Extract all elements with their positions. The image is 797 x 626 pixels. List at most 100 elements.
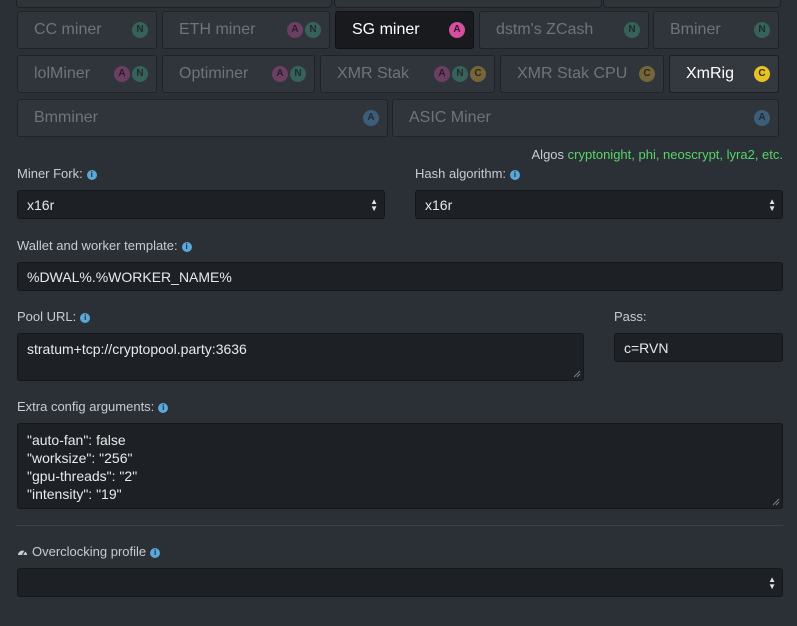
badge-group: A xyxy=(363,110,379,126)
badge-n: N xyxy=(132,22,148,38)
miner-tab-label: lolMiner xyxy=(34,65,91,82)
badge-group: N xyxy=(624,22,640,38)
pass-label-text: Pass: xyxy=(614,309,647,324)
badge-group: N xyxy=(754,22,770,38)
miner-tab-label: XmRig xyxy=(686,65,735,82)
wallet-template-label: Wallet and worker template: i xyxy=(17,238,192,253)
wallet-template-value: %DWAL%.%WORKER_NAME% xyxy=(27,268,232,285)
info-icon[interactable]: i xyxy=(80,313,91,323)
miner-tab-label: XMR Stak xyxy=(337,65,410,82)
algos-info: Algos cryptonight, phi, neoscrypt, lyra2… xyxy=(532,147,783,162)
miner-fork-value: x16r xyxy=(27,196,55,213)
extra-config-label: Extra config arguments: i xyxy=(17,399,169,414)
miner-tab-label: CC miner xyxy=(34,21,102,38)
miner-tab-label: dstm's ZCash xyxy=(496,21,594,38)
badge-group: AN xyxy=(272,66,306,82)
miner-tab-label: SG miner xyxy=(352,21,420,38)
hash-algorithm-select[interactable]: x16r ▲ ▼ xyxy=(415,190,783,219)
badge-a: A xyxy=(754,110,770,126)
algos-list[interactable]: cryptonight, phi, neoscrypt, lyra2, etc. xyxy=(568,147,783,162)
miner-fork-label-text: Miner Fork: xyxy=(17,166,83,181)
extra-config-line: "gpu-threads": "2" xyxy=(27,468,138,484)
pass-value: c=RVN xyxy=(624,339,669,356)
miner-tab-bmminer[interactable]: Bmminer A xyxy=(17,99,388,137)
extra-config-line: "auto-fan": false xyxy=(27,432,126,448)
section-divider xyxy=(16,525,783,526)
info-icon[interactable]: i xyxy=(86,170,97,180)
resize-grip-icon[interactable] xyxy=(573,370,581,378)
badge-group: AN xyxy=(287,22,321,38)
badge-group: A xyxy=(449,22,465,38)
hash-algorithm-label-text: Hash algorithm: xyxy=(415,166,507,181)
miner-tab-bminer[interactable]: Bminer N xyxy=(653,11,779,49)
miner-tab-lolminer[interactable]: lolMiner AN xyxy=(17,55,157,93)
info-icon[interactable]: i xyxy=(181,242,192,252)
miner-tab-label: ASIC Miner xyxy=(409,109,491,126)
info-icon[interactable]: i xyxy=(158,403,169,413)
badge-group: C xyxy=(639,66,655,82)
badge-c: C xyxy=(754,66,770,82)
badge-n: N xyxy=(452,66,468,82)
badge-c: C xyxy=(470,66,486,82)
miner-tab-dstm-zcash[interactable]: dstm's ZCash N xyxy=(479,11,649,49)
dashboard-icon xyxy=(18,550,27,556)
miner-tab-xmr-stak[interactable]: XMR Stak ANC xyxy=(320,55,495,93)
pool-url-value: stratum+tcp://cryptopool.party:3636 xyxy=(27,341,247,357)
pass-label: Pass: xyxy=(614,309,647,324)
miner-tab-sg-miner[interactable]: SG miner A xyxy=(335,11,474,49)
miner-tab-label: XMR Stak CPU xyxy=(517,65,628,82)
resize-grip-icon[interactable] xyxy=(772,498,780,506)
miner-tab-eth-miner[interactable]: ETH miner AN xyxy=(162,11,330,49)
miner-tab-optiminer[interactable]: Optiminer AN xyxy=(162,55,315,93)
top-tab-strip xyxy=(0,0,797,8)
pool-url-label: Pool URL: i xyxy=(17,309,91,324)
badge-a: A xyxy=(363,110,379,126)
badge-group: C xyxy=(754,66,770,82)
badge-a: A xyxy=(449,22,465,38)
badge-n: N xyxy=(624,22,640,38)
badge-group: A xyxy=(754,110,770,126)
badge-group: N xyxy=(132,22,148,38)
miner-fork-select[interactable]: x16r ▲ ▼ xyxy=(17,190,385,219)
badge-group: ANC xyxy=(434,66,486,82)
extra-config-textarea[interactable]: "auto-fan": false "worksize": "256" "gpu… xyxy=(17,423,783,509)
miner-tab-xmrig[interactable]: XmRig C xyxy=(669,55,779,93)
extra-config-line: "worksize": "256" xyxy=(27,450,133,466)
miner-tab-asic-miner[interactable]: ASIC Miner A xyxy=(392,99,779,137)
badge-a: A xyxy=(434,66,450,82)
miner-tab-label: Bmminer xyxy=(34,109,99,126)
pool-url-textarea[interactable]: stratum+tcp://cryptopool.party:3636 xyxy=(17,333,584,381)
wallet-template-label-text: Wallet and worker template: xyxy=(17,238,178,253)
badge-n: N xyxy=(305,22,321,38)
miner-tab-label: ETH miner xyxy=(179,21,256,38)
info-icon[interactable]: i xyxy=(150,548,161,558)
select-arrows-icon: ▲ ▼ xyxy=(768,196,776,213)
hash-algorithm-value: x16r xyxy=(425,196,453,213)
badge-n: N xyxy=(132,66,148,82)
extra-config-line: "intensity": "19" xyxy=(27,486,122,502)
overclocking-label: Overclocking profile i xyxy=(17,544,161,559)
miner-tab-label: Optiminer xyxy=(179,65,249,82)
badge-a: A xyxy=(114,66,130,82)
info-icon[interactable]: i xyxy=(510,170,521,180)
overclocking-label-text: Overclocking profile xyxy=(32,544,147,559)
badge-a: A xyxy=(272,66,288,82)
badge-c: C xyxy=(639,66,655,82)
badge-n: N xyxy=(754,22,770,38)
wallet-template-input[interactable]: %DWAL%.%WORKER_NAME% xyxy=(17,262,783,291)
pool-url-label-text: Pool URL: xyxy=(17,309,77,324)
algos-prefix: Algos xyxy=(531,147,565,162)
badge-a: A xyxy=(287,22,303,38)
overclocking-select[interactable]: ▲ ▼ xyxy=(17,568,783,597)
pass-input[interactable]: c=RVN xyxy=(614,333,783,362)
select-arrows-icon: ▲ ▼ xyxy=(370,196,378,213)
miner-fork-label: Miner Fork: i xyxy=(17,166,97,181)
badge-group: AN xyxy=(114,66,148,82)
extra-config-label-text: Extra config arguments: xyxy=(17,399,155,414)
hash-algorithm-label: Hash algorithm: i xyxy=(415,166,521,181)
miner-tab-label: Bminer xyxy=(670,21,721,38)
badge-n: N xyxy=(290,66,306,82)
miner-tab-xmr-stak-cpu[interactable]: XMR Stak CPU C xyxy=(500,55,664,93)
miner-tab-cc-miner[interactable]: CC miner N xyxy=(17,11,157,49)
select-arrows-icon: ▲ ▼ xyxy=(768,574,776,591)
